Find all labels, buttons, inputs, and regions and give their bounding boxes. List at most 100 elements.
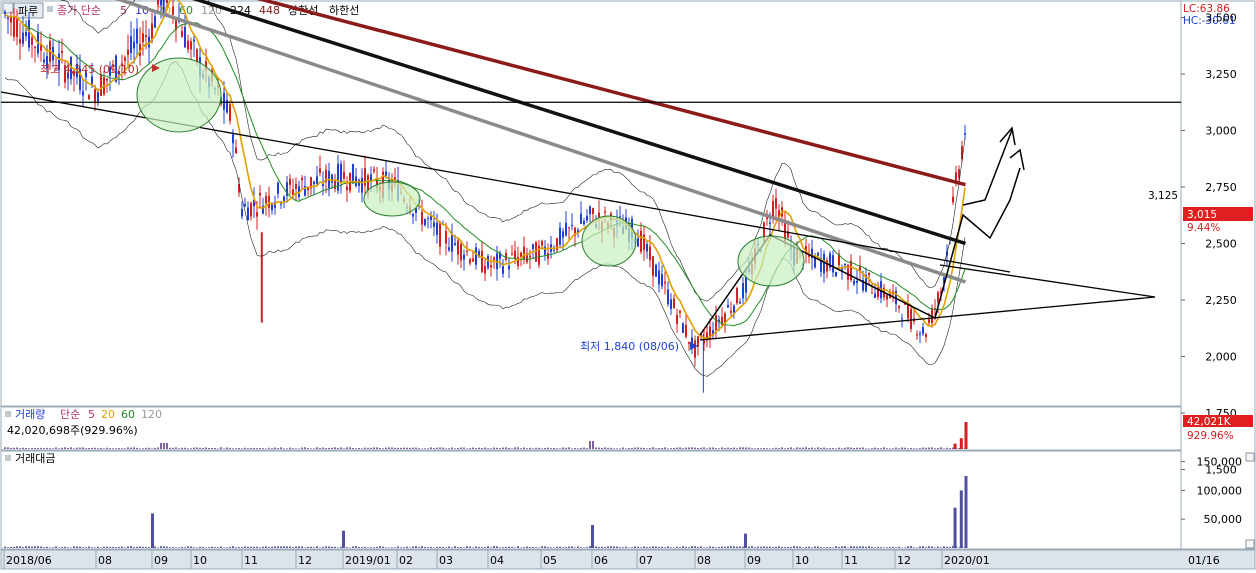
amount-bar xyxy=(106,547,108,548)
volume-bar xyxy=(301,448,303,449)
amount-bar xyxy=(418,547,420,548)
candle-body xyxy=(856,281,858,283)
volume-bar xyxy=(607,448,609,449)
candle-body xyxy=(124,57,126,61)
amount-bar xyxy=(511,547,513,548)
amount-bar xyxy=(565,547,567,548)
candle-body xyxy=(82,91,84,95)
candle-body xyxy=(886,295,888,299)
amount-bar xyxy=(286,546,288,548)
price-legend: 종가 단순5102060120224448상한선하한선 xyxy=(47,3,359,17)
volume-panel-icon[interactable] xyxy=(5,411,11,417)
volume-bar xyxy=(319,448,321,449)
candle-body xyxy=(505,253,507,260)
volume-bar xyxy=(682,448,684,449)
volume-bar xyxy=(97,448,99,449)
amount-bar xyxy=(508,547,510,548)
amount-bar xyxy=(112,547,114,548)
candle-body xyxy=(244,204,246,206)
amount-bar xyxy=(379,546,381,548)
volume-bar xyxy=(685,448,687,449)
candle-body xyxy=(130,36,132,53)
volume-bar xyxy=(244,448,246,449)
volume-bar xyxy=(868,448,870,449)
candle-body xyxy=(490,265,492,267)
volume-bar xyxy=(712,447,714,449)
amount-bar xyxy=(526,547,528,548)
volume-bar xyxy=(166,443,168,449)
chart-canvas[interactable]: 파루 종가 단순5102060120224448상한선하한선 LC:63.86 … xyxy=(0,0,1256,570)
amount-bar xyxy=(910,546,912,548)
amount-bar xyxy=(259,547,261,548)
candle-body xyxy=(412,214,414,216)
amount-bar xyxy=(532,547,534,548)
volume-bar xyxy=(529,448,531,449)
candle-body xyxy=(937,292,939,302)
amount-bar xyxy=(67,547,69,548)
amount-bar xyxy=(721,547,723,548)
amount-bar xyxy=(559,547,561,548)
amount-bar xyxy=(829,547,831,548)
amount-bar xyxy=(436,547,438,548)
volume-bar xyxy=(130,448,132,449)
volume-legend-item-0: 단순 xyxy=(60,408,80,421)
amount-bar xyxy=(190,547,192,548)
candle-body xyxy=(871,293,873,294)
amount-bar xyxy=(718,547,720,548)
volume-bar xyxy=(361,448,363,449)
candle-body xyxy=(223,93,225,110)
x-axis-label: 08 xyxy=(98,554,112,567)
amount-bar xyxy=(688,547,690,548)
volume-bar xyxy=(142,448,144,449)
amount-bar xyxy=(94,547,96,548)
amount-panel-icon[interactable] xyxy=(5,455,11,461)
volume-bar xyxy=(100,448,102,449)
volume-bar xyxy=(211,448,213,449)
amount-bar xyxy=(427,547,429,548)
amount-bar xyxy=(268,547,270,548)
amount-bar xyxy=(928,546,930,548)
candle-body xyxy=(523,247,525,260)
volume-bar xyxy=(238,448,240,449)
amount-bar xyxy=(346,547,348,548)
amount-bar xyxy=(157,547,159,548)
volume-bar xyxy=(25,448,27,449)
volume-bar xyxy=(859,448,861,449)
volume-bar xyxy=(157,448,159,449)
amount-bar xyxy=(754,547,756,548)
amount-bar xyxy=(256,547,258,548)
volume-bar xyxy=(208,448,210,449)
amount-bar xyxy=(901,547,903,548)
amount-expand-icon[interactable] xyxy=(1246,540,1254,548)
amount-bar xyxy=(931,546,933,548)
amount-spike xyxy=(954,508,957,548)
volume-bar xyxy=(577,448,579,449)
amount-bar xyxy=(793,546,795,548)
amount-bar xyxy=(313,547,315,548)
amount-bar xyxy=(154,547,156,548)
amount-bar xyxy=(496,546,498,548)
candle-body xyxy=(733,306,735,313)
volume-bar xyxy=(232,448,234,449)
volume-bar xyxy=(442,448,444,449)
volume-bar xyxy=(73,448,75,449)
candle-body xyxy=(664,282,666,284)
amount-bar xyxy=(148,547,150,548)
amount-bar xyxy=(121,547,123,548)
candle-body xyxy=(517,257,519,266)
amount-bar xyxy=(637,547,639,548)
amount-bar xyxy=(490,547,492,548)
amount-bar xyxy=(109,547,111,548)
volume-bar xyxy=(139,448,141,449)
legend-item-0: 종가 단순 xyxy=(57,4,101,17)
candle-body xyxy=(460,244,462,260)
volume-bar xyxy=(235,448,237,449)
candle-body xyxy=(250,203,252,217)
amount-bar xyxy=(874,547,876,548)
amount-bar xyxy=(601,547,603,548)
amount-collapse-icon[interactable] xyxy=(1246,453,1254,461)
x-axis-label: 09 xyxy=(154,554,168,567)
amount-bar xyxy=(91,547,93,548)
volume-bar xyxy=(460,448,462,449)
volume-spike xyxy=(965,422,968,449)
